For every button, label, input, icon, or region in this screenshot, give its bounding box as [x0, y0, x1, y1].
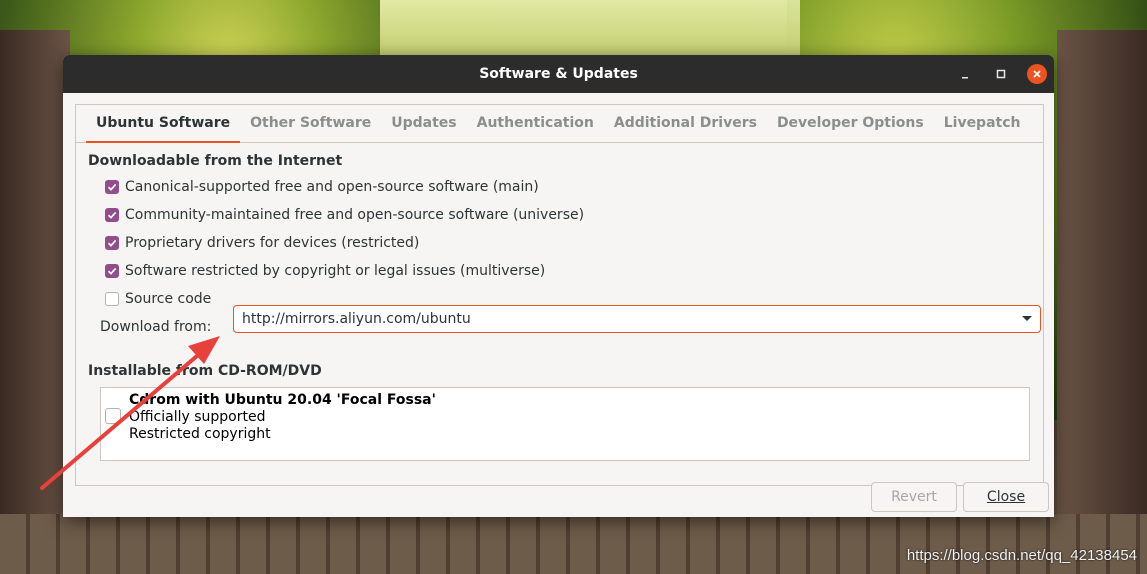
- tab-ubuntu-software[interactable]: Ubuntu Software: [86, 105, 241, 143]
- checkbox-restricted[interactable]: [105, 236, 119, 250]
- tab-bar: Ubuntu Software Other Software Updates A…: [76, 105, 1043, 143]
- window-title: Software & Updates: [479, 66, 638, 82]
- checkmark-icon: [107, 267, 117, 275]
- option-restricted-label: Proprietary drivers for devices (restric…: [125, 235, 420, 251]
- background-beam-right: [1057, 30, 1147, 574]
- downloadable-heading: Downloadable from the Internet: [88, 153, 343, 169]
- close-window-button[interactable]: [1027, 64, 1047, 84]
- cdrom-item-title: Cdrom with Ubuntu 20.04 'Focal Fossa': [129, 392, 436, 408]
- checkbox-multiverse[interactable]: [105, 264, 119, 278]
- download-server-value: http://mirrors.aliyun.com/ubuntu: [242, 311, 471, 327]
- option-universe[interactable]: Community-maintained free and open-sourc…: [88, 201, 1031, 229]
- close-button-label: Close: [986, 489, 1026, 505]
- background-beam-left: [0, 30, 70, 574]
- titlebar: Software & Updates: [63, 55, 1054, 93]
- watermark-text: https://blog.csdn.net/qq_42138454: [906, 547, 1137, 564]
- close-icon: [1033, 70, 1041, 78]
- download-from-row: Download from: http://mirrors.aliyun.com…: [88, 305, 1041, 335]
- minimize-icon: [962, 77, 968, 79]
- option-multiverse[interactable]: Software restricted by copyright or lega…: [88, 257, 1031, 285]
- checkbox-source-code[interactable]: [105, 292, 119, 306]
- chevron-down-icon: [1022, 316, 1032, 321]
- option-universe-label: Community-maintained free and open-sourc…: [125, 207, 585, 223]
- option-source-code-label: Source code: [125, 291, 212, 307]
- option-main-label: Canonical-supported free and open-source…: [125, 179, 539, 195]
- close-button[interactable]: Close: [963, 482, 1049, 512]
- checkmark-icon: [107, 183, 117, 191]
- checkbox-universe[interactable]: [105, 208, 119, 222]
- tab-updates[interactable]: Updates: [381, 105, 466, 142]
- tab-other-software[interactable]: Other Software: [240, 105, 381, 142]
- download-from-label: Download from:: [100, 319, 212, 335]
- tab-authentication[interactable]: Authentication: [467, 105, 604, 142]
- maximize-button[interactable]: [991, 64, 1011, 84]
- tab-livepatch[interactable]: Livepatch: [934, 105, 1031, 142]
- cdrom-heading: Installable from CD-ROM/DVD: [88, 363, 322, 379]
- software-updates-window: Software & Updates Ubuntu Software Other…: [63, 55, 1054, 517]
- maximize-icon: [996, 69, 1006, 79]
- option-multiverse-label: Software restricted by copyright or lega…: [125, 263, 546, 279]
- revert-button[interactable]: Revert: [871, 482, 957, 512]
- tab-additional-drivers[interactable]: Additional Drivers: [604, 105, 767, 142]
- download-server-dropdown[interactable]: http://mirrors.aliyun.com/ubuntu: [233, 305, 1041, 333]
- tab-notebook: Ubuntu Software Other Software Updates A…: [75, 104, 1044, 486]
- minimize-button[interactable]: [955, 64, 975, 84]
- cdrom-list: Cdrom with Ubuntu 20.04 'Focal Fossa' Of…: [100, 387, 1030, 461]
- background-bridge-floor: [0, 514, 1147, 574]
- cdrom-item-support: Officially supported: [129, 409, 266, 425]
- checkmark-icon: [107, 211, 117, 219]
- checkmark-icon: [107, 239, 117, 247]
- option-restricted[interactable]: Proprietary drivers for devices (restric…: [88, 229, 1031, 257]
- cdrom-item-copyright: Restricted copyright: [129, 426, 271, 442]
- ubuntu-software-panel: Downloadable from the Internet Canonical…: [88, 153, 1031, 313]
- checkbox-main[interactable]: [105, 180, 119, 194]
- tab-developer-options[interactable]: Developer Options: [767, 105, 934, 142]
- checkbox-cdrom[interactable]: [105, 408, 121, 424]
- option-main[interactable]: Canonical-supported free and open-source…: [88, 173, 1031, 201]
